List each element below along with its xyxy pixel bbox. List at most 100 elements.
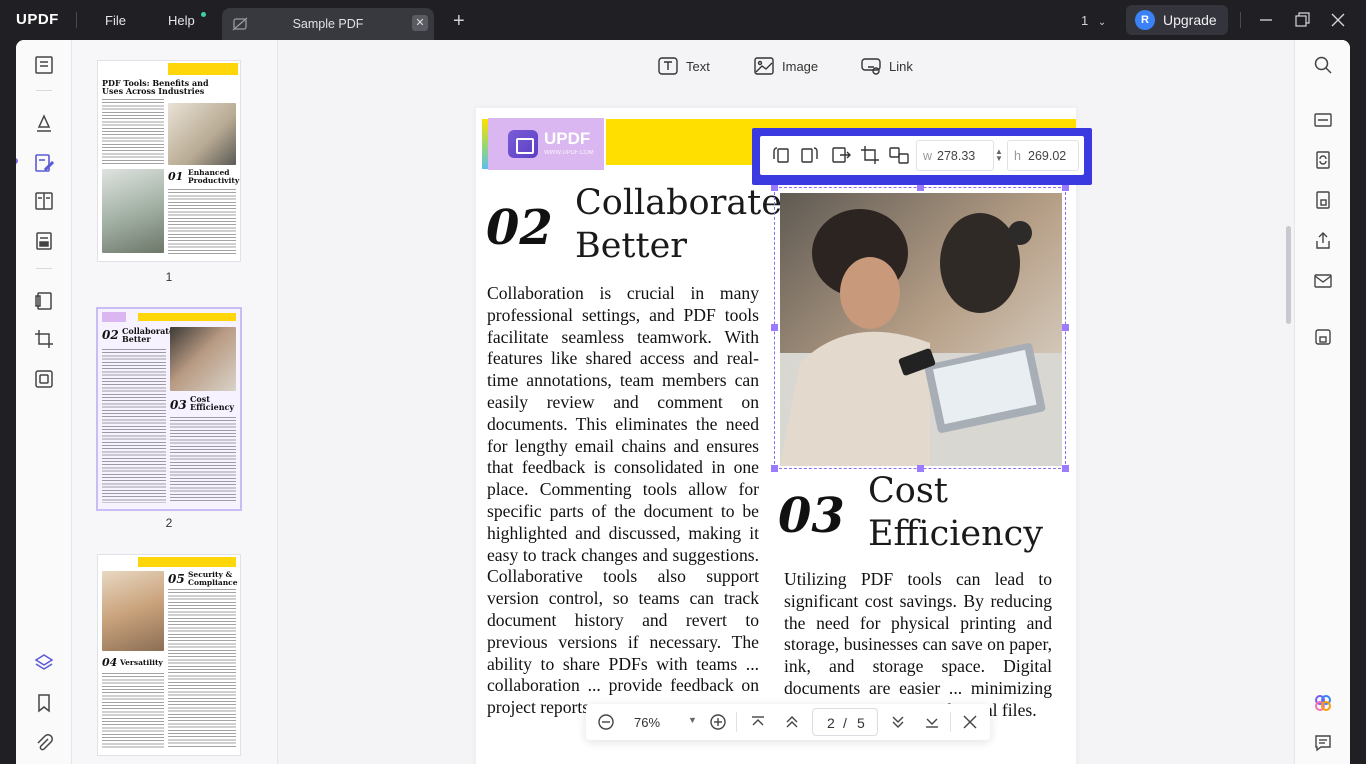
thumb-title: PDF Tools: Benefits and Uses Across Indu… [102, 78, 209, 96]
comments-panel-icon[interactable] [1313, 733, 1333, 753]
extract-image-icon[interactable] [830, 145, 852, 165]
search-icon[interactable] [1313, 55, 1333, 75]
layers-icon[interactable] [33, 652, 55, 674]
height-field[interactable]: h 269.02 [1007, 140, 1079, 171]
document-tab[interactable]: Sample PDF ✕ [222, 8, 434, 40]
vertical-scrollbar[interactable] [1286, 226, 1291, 324]
page-number-input[interactable]: 2 / 5 [812, 708, 878, 736]
image-edit-toolbar: w 278.33 ▲ ▼ h 269.02 [752, 128, 1092, 185]
section-title[interactable]: Efficiency [868, 515, 1043, 554]
ocr-icon[interactable] [1313, 110, 1333, 130]
aspect-lock-toggle[interactable]: ▲ ▼ [995, 148, 1003, 163]
resize-handle[interactable] [771, 324, 778, 331]
window-count[interactable]: 1 ⌄ [1081, 13, 1106, 28]
organize-pages-icon[interactable] [33, 290, 55, 312]
height-value: 269.02 [1028, 149, 1067, 163]
next-page-icon[interactable] [888, 712, 908, 732]
protect-icon[interactable] [1313, 190, 1333, 210]
menu-help[interactable]: Help [168, 13, 195, 28]
email-icon[interactable] [1313, 271, 1333, 291]
page-number-2: 2 [165, 516, 173, 530]
tab-title: Sample PDF [292, 17, 364, 31]
width-field[interactable]: w 278.33 [916, 140, 994, 171]
minimize-icon[interactable] [1256, 10, 1276, 30]
app-frame: PDF Tools: Benefits and Uses Across Indu… [16, 40, 1350, 764]
resize-handle[interactable] [771, 184, 778, 191]
add-image-tool[interactable]: Image [754, 56, 834, 78]
logo-subtext: WWW.UPDF.COM [544, 150, 594, 156]
add-text-tool[interactable]: Text [658, 56, 728, 78]
save-icon[interactable] [1313, 327, 1333, 347]
comment-icon[interactable] [33, 112, 55, 134]
form-icon[interactable] [33, 230, 55, 252]
reader-icon[interactable] [33, 54, 55, 76]
chevron-down-icon: ⌄ [1097, 17, 1107, 28]
section-number[interactable]: 02 [486, 200, 553, 256]
resize-handle[interactable] [1062, 465, 1069, 472]
divider [76, 12, 77, 28]
width-value: 278.33 [937, 149, 976, 163]
close-window-icon[interactable] [1328, 10, 1348, 30]
convert-icon[interactable] [1313, 150, 1333, 170]
active-indicator [16, 158, 18, 164]
page-thumbnail-3[interactable]: 05 Security & Compliance 04 Versatility [98, 555, 240, 755]
edit-pdf-icon[interactable] [33, 152, 55, 174]
page-tools-icon[interactable] [33, 190, 55, 212]
replace-image-icon[interactable] [888, 145, 910, 165]
page-thumbnail-1[interactable]: PDF Tools: Benefits and Uses Across Indu… [98, 61, 240, 261]
zoom-out-icon[interactable] [596, 712, 616, 732]
section-title[interactable]: Cost [868, 472, 948, 511]
document-logo[interactable]: UPDF WWW.UPDF.COM [488, 118, 604, 170]
first-page-icon[interactable] [748, 712, 768, 732]
section-number[interactable]: 03 [778, 488, 845, 544]
close-bar-icon[interactable] [960, 712, 980, 732]
resize-handle[interactable] [1062, 184, 1069, 191]
upgrade-button[interactable]: R Upgrade [1126, 5, 1228, 35]
menu-file[interactable]: File [105, 13, 126, 28]
divider [36, 268, 52, 269]
add-link-tool[interactable]: Link [861, 56, 931, 78]
resize-handle[interactable] [1062, 324, 1069, 331]
divider [950, 712, 951, 732]
restore-icon[interactable] [1292, 10, 1312, 30]
page-number-1: 1 [165, 270, 173, 284]
rotate-right-icon[interactable] [799, 145, 821, 165]
notification-dot [201, 12, 206, 17]
page-separator: / [843, 715, 847, 731]
new-tab-button[interactable]: + [453, 10, 465, 33]
section-title[interactable]: Better [575, 227, 687, 266]
divider [36, 90, 52, 91]
divider [1240, 12, 1241, 28]
document-canvas: Text Image Link UPDF WWW.UPDF.COM 02 Col… [278, 40, 1294, 764]
tab-close-button[interactable]: ✕ [412, 15, 428, 31]
title-bar: UPDF File Help Sample PDF ✕ + 1 ⌄ R Upgr… [0, 0, 1366, 40]
page-navigation-bar: 76% ▼ 2 / 5 [586, 704, 990, 740]
image-selection-box [774, 187, 1066, 469]
height-label: h [1014, 149, 1021, 163]
ai-assistant-icon[interactable] [1313, 693, 1333, 713]
section-title[interactable]: Collaborate [575, 184, 782, 223]
zoom-in-icon[interactable] [708, 712, 728, 732]
share-icon[interactable] [1313, 231, 1333, 251]
bookmark-icon[interactable] [33, 692, 55, 714]
text-tool-icon [658, 57, 678, 75]
page-thumbnail-2[interactable]: 02 Collaborate Better 03 Cost Efficiency [98, 309, 240, 509]
last-page-icon[interactable] [922, 712, 942, 732]
text-block[interactable]: Collaboration is crucial in many profess… [487, 283, 759, 763]
crop-image-icon[interactable] [859, 145, 881, 165]
resize-handle[interactable] [917, 184, 924, 191]
crop-icon[interactable] [33, 328, 55, 350]
resize-handle[interactable] [771, 465, 778, 472]
zoom-dropdown-icon[interactable]: ▼ [688, 715, 697, 725]
divider [736, 712, 737, 732]
previous-page-icon[interactable] [782, 712, 802, 732]
zoom-level[interactable]: 76% [634, 715, 660, 730]
compress-icon[interactable] [33, 368, 55, 390]
current-page: 2 [827, 715, 835, 731]
pdf-page: UPDF WWW.UPDF.COM 02 Collaborate Better … [476, 108, 1076, 764]
app-logo: UPDF [16, 11, 59, 28]
rotate-left-icon[interactable] [770, 145, 792, 165]
upgrade-label: Upgrade [1163, 12, 1217, 28]
attachment-icon[interactable] [33, 732, 55, 754]
image-tool-icon [754, 57, 774, 75]
